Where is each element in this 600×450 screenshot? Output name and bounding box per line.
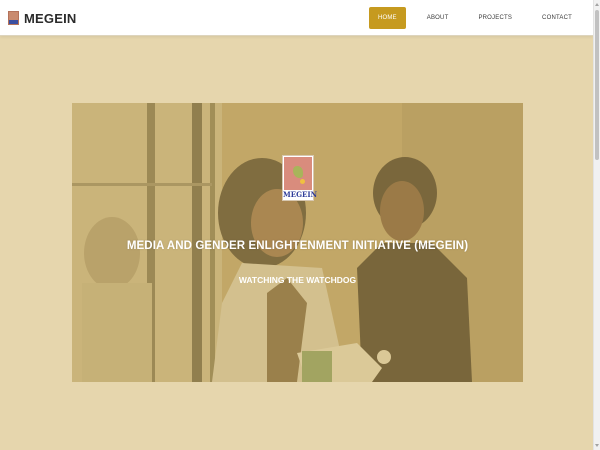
- scroll-down-icon[interactable]: [595, 444, 599, 447]
- nav-home[interactable]: HOME: [368, 7, 406, 29]
- brand-name: MEGEIN: [24, 10, 77, 26]
- navbar: MEGEIN HOME ABOUT PROJECTS CONTACT: [0, 0, 593, 36]
- megein-hero-logo: MEGEIN: [282, 155, 318, 201]
- nav-projects[interactable]: PROJECTS: [469, 7, 521, 29]
- hero-logo-text: MEGEIN: [283, 190, 318, 199]
- hero-title: MEDIA AND GENDER ENLIGHTENMENT INITIATIV…: [126, 240, 469, 252]
- nav-about[interactable]: ABOUT: [418, 7, 458, 29]
- scrollbar-thumb[interactable]: [595, 10, 599, 160]
- page-scrollbar[interactable]: [593, 0, 600, 450]
- hero-subtitle: WATCHING THE WATCHDOG: [238, 275, 357, 285]
- brand-link[interactable]: MEGEIN: [8, 10, 76, 26]
- nav-contact[interactable]: CONTACT: [533, 7, 581, 29]
- megein-logo-icon: [8, 11, 19, 25]
- hero-banner: MEGEIN MEDIA AND GENDER ENLIGHTENMENT IN…: [72, 103, 523, 382]
- main-nav: HOME ABOUT PROJECTS CONTACT: [368, 7, 581, 29]
- scroll-up-icon[interactable]: [595, 3, 599, 6]
